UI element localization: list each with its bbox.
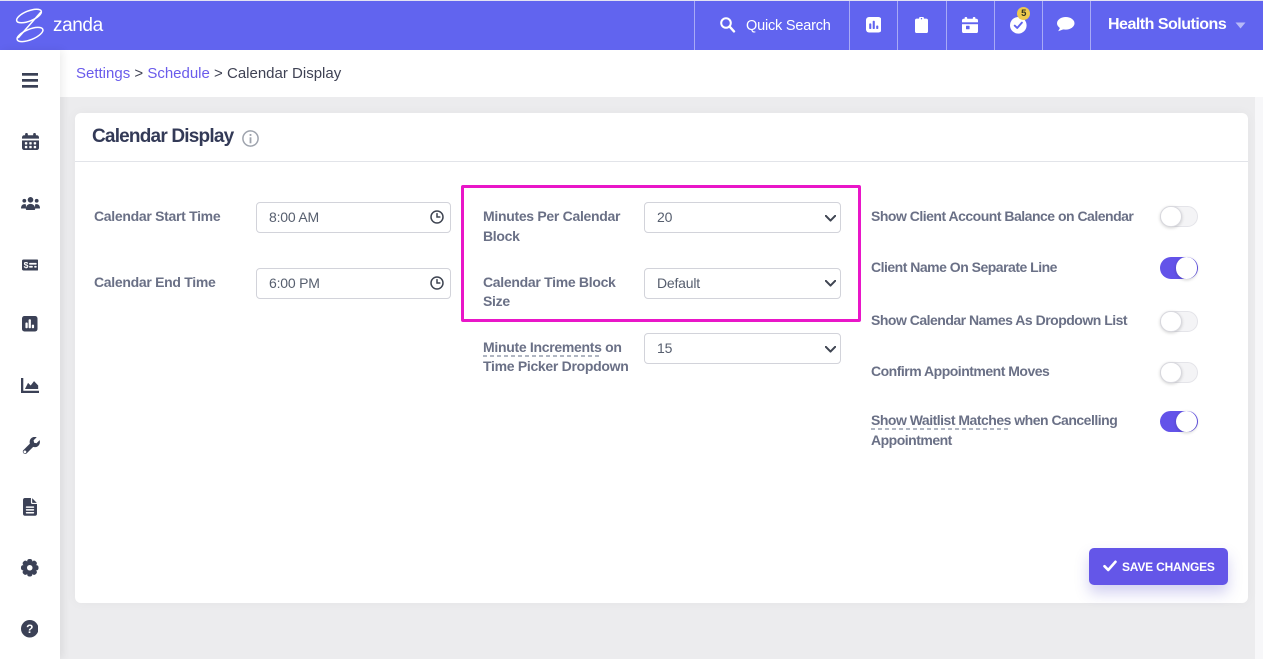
svg-text:$: $ [23, 260, 28, 270]
svg-text:?: ? [26, 622, 33, 636]
